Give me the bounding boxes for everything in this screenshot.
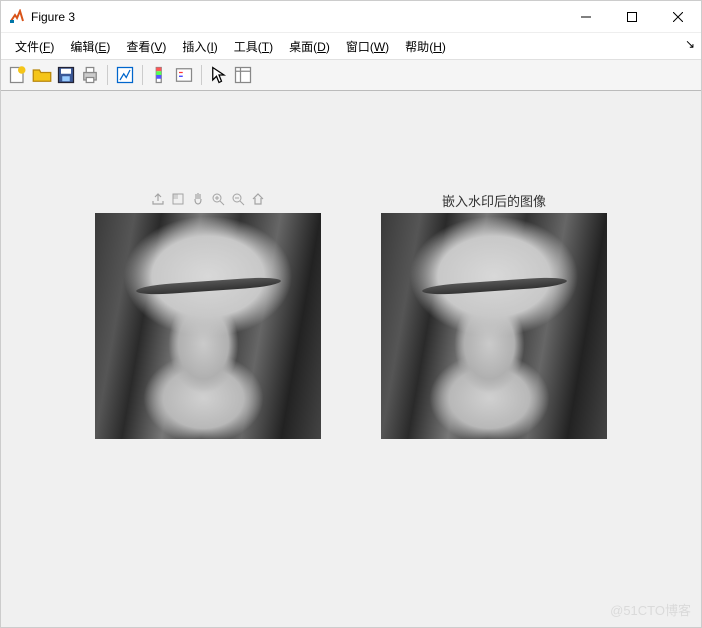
brush-icon[interactable] [170, 191, 186, 212]
subplot-left [95, 191, 321, 439]
menu-insert[interactable]: 插入(I) [174, 35, 225, 58]
new-figure-button[interactable] [7, 64, 29, 86]
property-inspector-button[interactable] [232, 64, 254, 86]
zoom-out-icon[interactable] [230, 191, 246, 212]
menu-window[interactable]: 窗口(W) [338, 35, 397, 58]
export-icon[interactable] [150, 191, 166, 212]
window-title: Figure 3 [31, 10, 563, 24]
open-button[interactable] [31, 64, 53, 86]
maximize-button[interactable] [609, 1, 655, 33]
image-original[interactable] [95, 213, 321, 439]
edit-plot-button[interactable] [208, 64, 230, 86]
minimize-button[interactable] [563, 1, 609, 33]
insert-legend-button[interactable] [173, 64, 195, 86]
axes-toolbar [150, 191, 266, 211]
menubar: 文件(F) 编辑(E) 查看(V) 插入(I) 工具(T) 桌面(D) 窗口(W… [1, 33, 701, 59]
page-watermark: @51CTO博客 [610, 600, 691, 619]
toolbar-separator [142, 65, 143, 85]
toolbar-separator [107, 65, 108, 85]
toolbar [1, 59, 701, 91]
menu-edit[interactable]: 编辑(E) [62, 35, 118, 58]
toolbar-separator [201, 65, 202, 85]
menu-desktop[interactable]: 桌面(D) [281, 35, 338, 58]
menu-view[interactable]: 查看(V) [118, 35, 174, 58]
matlab-icon [9, 9, 25, 25]
pan-icon[interactable] [190, 191, 206, 212]
home-icon[interactable] [250, 191, 266, 212]
insert-colorbar-button[interactable] [149, 64, 171, 86]
close-button[interactable] [655, 1, 701, 33]
titlebar: Figure 3 [1, 1, 701, 33]
menu-help[interactable]: 帮助(H) [397, 35, 454, 58]
figure-canvas: 嵌入水印后的图像 @51CTO博客 [1, 91, 701, 627]
menu-file[interactable]: 文件(F) [7, 35, 62, 58]
image-watermarked[interactable] [381, 213, 607, 439]
dock-arrow-icon[interactable]: ↘ [685, 37, 695, 51]
window-controls [563, 1, 701, 33]
save-button[interactable] [55, 64, 77, 86]
link-plot-button[interactable] [114, 64, 136, 86]
subplot-right: 嵌入水印后的图像 [381, 191, 607, 439]
menu-tools[interactable]: 工具(T) [226, 35, 281, 58]
print-button[interactable] [79, 64, 101, 86]
plot-title-right: 嵌入水印后的图像 [442, 191, 546, 211]
zoom-in-icon[interactable] [210, 191, 226, 212]
